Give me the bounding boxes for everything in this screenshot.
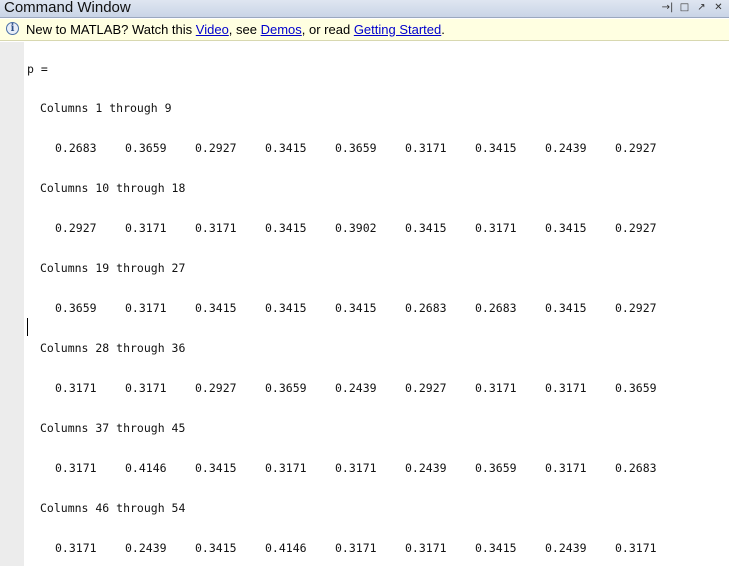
matrix-value: 0.3902 [335, 221, 377, 235]
info-sep-1: , see [228, 22, 261, 37]
matrix-value: 0.2683 [55, 141, 97, 155]
matrix-value: 0.3415 [475, 141, 517, 155]
columns-header: Columns 37 through 45 [40, 421, 186, 435]
columns-header: Columns 46 through 54 [40, 501, 186, 515]
matrix-value: 0.2439 [545, 141, 587, 155]
popout-icon[interactable]: ↗ [695, 2, 708, 15]
variable-name-line: p = [27, 62, 48, 76]
matrix-value: 0.3171 [195, 221, 237, 235]
undock-icon[interactable]: →| [661, 2, 674, 15]
matrix-value: 0.3171 [265, 461, 307, 475]
matrix-value: 0.3171 [475, 381, 517, 395]
window-title: Command Window [4, 0, 131, 16]
info-suffix: . [441, 22, 445, 37]
matrix-value: 0.4146 [265, 541, 307, 555]
matrix-value: 0.3415 [265, 301, 307, 315]
info-sep-2: , or read [301, 22, 354, 37]
columns-header: Columns 19 through 27 [40, 261, 186, 275]
matrix-value: 0.3659 [335, 141, 377, 155]
video-link[interactable]: Video [196, 22, 229, 37]
matrix-value: 0.3415 [265, 221, 307, 235]
matrix-value: 0.2439 [405, 461, 447, 475]
getting-started-link[interactable]: Getting Started [354, 22, 441, 37]
matrix-value: 0.3415 [545, 221, 587, 235]
matrix-value: 0.3171 [335, 541, 377, 555]
matrix-value: 0.3415 [545, 301, 587, 315]
matrix-value: 0.2439 [335, 381, 377, 395]
matrix-value: 0.3171 [335, 461, 377, 475]
console-gutter [0, 42, 24, 566]
matrix-value: 0.2927 [405, 381, 447, 395]
matrix-value: 0.3171 [55, 541, 97, 555]
window-titlebar: Command Window →| □ ↗ ✕ [0, 0, 729, 18]
matrix-value: 0.3415 [335, 301, 377, 315]
close-icon[interactable]: ✕ [712, 2, 725, 15]
matrix-value: 0.3171 [125, 221, 167, 235]
demos-link[interactable]: Demos [261, 22, 302, 37]
matrix-value: 0.3415 [405, 221, 447, 235]
matrix-value: 0.3171 [55, 461, 97, 475]
columns-header: Columns 28 through 36 [40, 341, 186, 355]
matrix-value: 0.3415 [195, 541, 237, 555]
matrix-value: 0.2927 [195, 381, 237, 395]
matrix-value: 0.3659 [475, 461, 517, 475]
matrix-value: 0.3415 [265, 141, 307, 155]
matrix-value: 0.3659 [615, 381, 657, 395]
matrix-value: 0.3415 [195, 461, 237, 475]
matrix-value: 0.2927 [615, 141, 657, 155]
matrix-value: 0.4146 [125, 461, 167, 475]
command-output[interactable]: p = Columns 1 through 9 0.2683 0.3659 0.292… [24, 42, 729, 566]
matrix-value: 0.2927 [195, 141, 237, 155]
matrix-value: 0.3415 [195, 301, 237, 315]
matrix-value: 0.3415 [475, 541, 517, 555]
matrix-value: 0.3171 [615, 541, 657, 555]
window-controls: →| □ ↗ ✕ [661, 1, 725, 15]
matrix-value: 0.3171 [405, 541, 447, 555]
maximize-icon[interactable]: □ [678, 2, 691, 15]
matrix-value: 0.3171 [125, 301, 167, 315]
info-bar: i New to MATLAB? Watch this Video, see D… [0, 19, 729, 41]
matrix-value: 0.3659 [125, 141, 167, 155]
matrix-value: 0.2927 [615, 301, 657, 315]
matrix-value: 0.3171 [405, 141, 447, 155]
info-message: New to MATLAB? Watch this Video, see Dem… [26, 22, 445, 38]
columns-header: Columns 10 through 18 [40, 181, 186, 195]
matrix-value: 0.3171 [475, 221, 517, 235]
matrix-value: 0.3659 [265, 381, 307, 395]
matrix-value: 0.2683 [475, 301, 517, 315]
matrix-value: 0.3171 [545, 461, 587, 475]
info-prefix: New to MATLAB? Watch this [26, 22, 196, 37]
matrix-value: 0.3171 [125, 381, 167, 395]
matrix-value: 0.2683 [405, 301, 447, 315]
matrix-value: 0.2927 [615, 221, 657, 235]
matrix-value: 0.2439 [545, 541, 587, 555]
matrix-value: 0.3171 [55, 381, 97, 395]
matrix-value: 0.2683 [615, 461, 657, 475]
matrix-value: 0.2927 [55, 221, 97, 235]
matrix-value: 0.2439 [125, 541, 167, 555]
info-icon: i [6, 22, 19, 35]
columns-header: Columns 1 through 9 [40, 101, 172, 115]
matrix-value: 0.3171 [545, 381, 587, 395]
matrix-value: 0.3659 [55, 301, 97, 315]
